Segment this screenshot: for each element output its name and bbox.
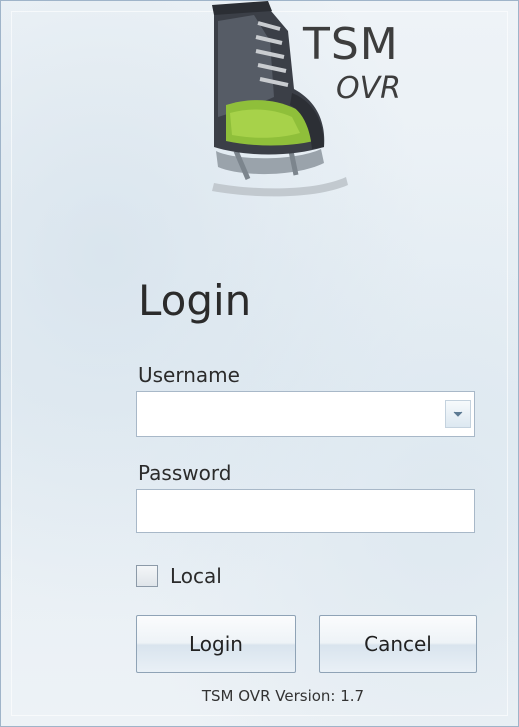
local-checkbox[interactable]	[136, 565, 158, 587]
local-option[interactable]: Local	[136, 561, 222, 591]
logo: TSM OVR	[196, 1, 426, 201]
local-label: Local	[170, 564, 222, 588]
cancel-button[interactable]: Cancel	[319, 615, 477, 673]
username-dropdown-button[interactable]	[445, 400, 471, 428]
username-label: Username	[138, 363, 240, 387]
password-field[interactable]	[136, 489, 475, 533]
password-label: Password	[138, 461, 232, 485]
login-window: TSM OVR Login Username Password Local Lo…	[0, 0, 519, 727]
logo-subtitle: OVR	[336, 71, 401, 106]
username-combobox[interactable]	[136, 391, 475, 437]
logo-title: TSM	[303, 19, 399, 70]
username-input[interactable]	[137, 392, 442, 436]
login-button[interactable]: Login	[136, 615, 296, 673]
chevron-down-icon	[453, 411, 463, 417]
version-text: TSM OVR Version: 1.7	[201, 687, 365, 705]
page-title: Login	[138, 276, 252, 325]
